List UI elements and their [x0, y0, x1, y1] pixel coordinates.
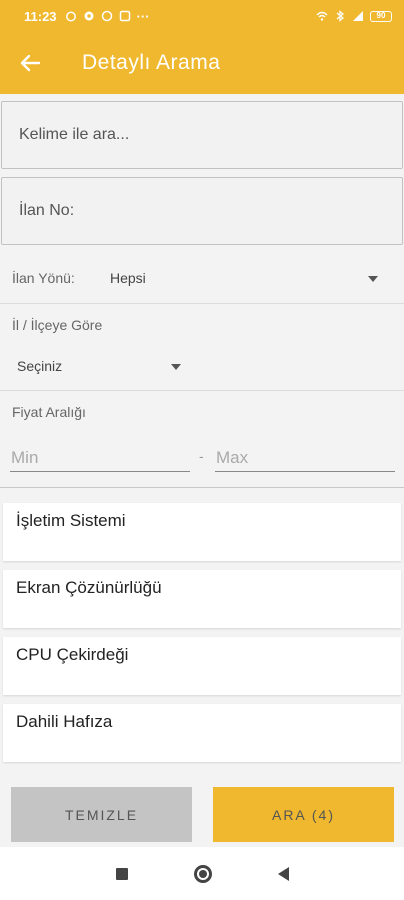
attribute-label: Dahili Hafıza	[16, 712, 113, 731]
back-button[interactable]	[0, 32, 60, 94]
wifi-icon	[316, 11, 328, 21]
listing-direction-dropdown[interactable]: Hepsi	[104, 258, 394, 298]
attribute-item-internal-storage[interactable]: Dahili Hafıza	[3, 704, 401, 762]
keyword-placeholder: Kelime ile ara...	[19, 126, 130, 143]
price-range-section: Fiyat Aralığı -	[0, 392, 404, 488]
listing-direction-row: İlan Yönü: Hepsi	[0, 252, 404, 304]
recent-apps-icon[interactable]	[115, 867, 128, 880]
chevron-down-icon	[171, 364, 181, 370]
message-icon	[119, 10, 130, 22]
system-icons: 90	[316, 10, 392, 22]
attribute-item-operating-system[interactable]: İşletim Sistemi	[3, 503, 401, 561]
price-separator: -	[199, 448, 204, 464]
action-bar: TEMIZLE ARA (4)	[0, 776, 404, 846]
arrow-left-icon	[20, 54, 41, 72]
price-min-input[interactable]	[10, 444, 190, 472]
listing-number-input[interactable]: İlan No:	[1, 177, 403, 245]
nav-back-icon[interactable]	[277, 866, 289, 881]
listing-number-placeholder: İlan No:	[19, 202, 75, 219]
more-notifications-icon: ···	[136, 8, 150, 24]
attribute-item-screen-resolution[interactable]: Ekran Çözünürlüğü	[3, 570, 401, 628]
app-bar: Detaylı Arama	[0, 32, 404, 94]
location-value: Seçiniz	[17, 358, 63, 374]
keyword-search-input[interactable]: Kelime ile ara...	[1, 101, 403, 169]
battery-icon: 90	[370, 10, 392, 22]
page-title: Detaylı Arama	[82, 51, 221, 74]
attribute-item-cpu-cores[interactable]: CPU Çekirdeği	[3, 637, 401, 695]
search-button[interactable]: ARA (4)	[213, 787, 394, 842]
bluetooth-icon	[336, 10, 345, 22]
signal-icon	[353, 11, 363, 21]
attribute-label: İşletim Sistemi	[16, 511, 126, 530]
status-time: 11:23	[24, 8, 57, 24]
price-range-label: Fiyat Aralığı	[12, 404, 86, 420]
price-max-input[interactable]	[215, 444, 395, 472]
whatsapp-icon	[101, 10, 112, 22]
settings-icon	[84, 11, 94, 21]
location-label: İl / İlçeye Göre	[12, 317, 103, 333]
notification-icons: ···	[65, 9, 150, 24]
attribute-label: Ekran Çözünürlüğü	[16, 578, 162, 597]
attribute-label: CPU Çekirdeği	[16, 645, 129, 664]
location-section: İl / İlçeye Göre Seçiniz	[0, 305, 404, 391]
home-icon[interactable]	[193, 864, 212, 883]
location-dropdown[interactable]: Seçiniz	[10, 349, 190, 385]
listing-direction-value: Hepsi	[110, 270, 146, 286]
clear-button[interactable]: TEMIZLE	[11, 787, 192, 842]
system-navigation-bar	[0, 847, 404, 900]
status-bar: 11:23 ··· 90	[0, 0, 404, 32]
chevron-down-icon	[368, 276, 378, 282]
listing-direction-label: İlan Yönü:	[12, 270, 75, 286]
alarm-icon	[65, 11, 76, 22]
